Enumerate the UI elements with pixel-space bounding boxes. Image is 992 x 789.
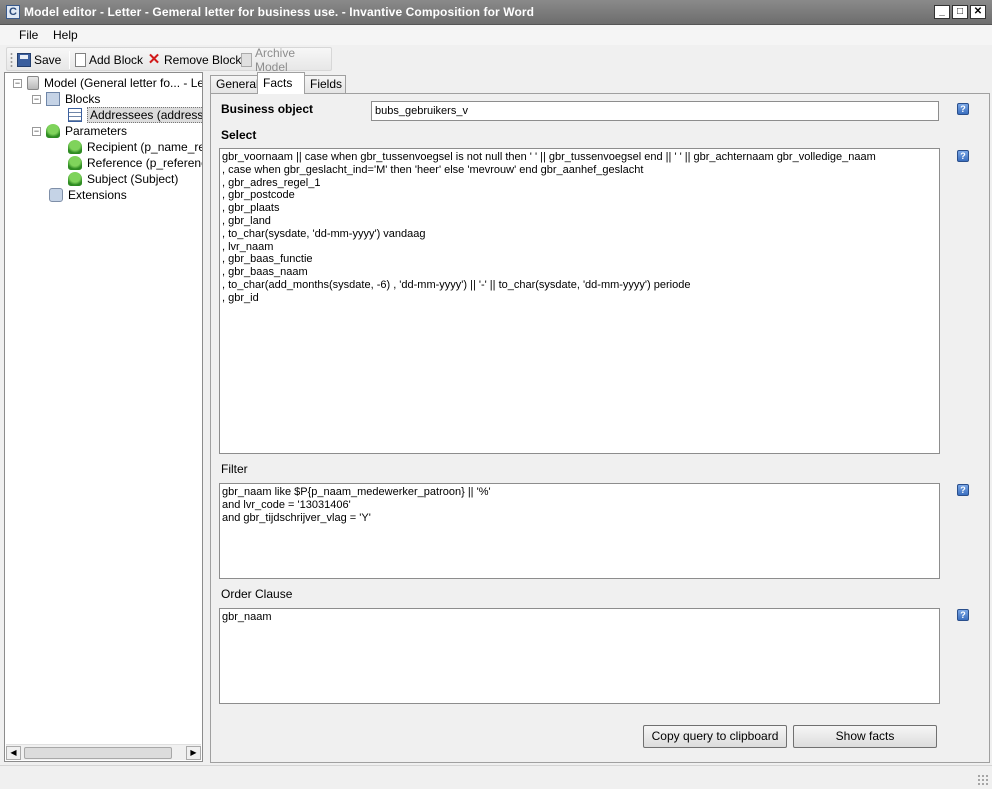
tab-fields[interactable]: Fields (304, 75, 346, 94)
collapse-icon[interactable]: − (32, 94, 41, 104)
maximize-button[interactable]: □ (952, 5, 968, 19)
archive-model-label: Archive Model (255, 46, 296, 74)
menu-file[interactable]: File (19, 28, 38, 42)
select-label: Select (221, 128, 257, 142)
tree-item-label: Subject (Subject) (87, 172, 179, 186)
select-textarea[interactable]: gbr_voornaam || case when gbr_tussenvoeg… (219, 148, 940, 454)
tab-facts[interactable]: Facts (257, 72, 305, 94)
toolbar-separator (69, 51, 70, 69)
collapse-icon[interactable]: − (13, 78, 22, 88)
archive-icon (241, 53, 252, 67)
tree-item-label: Recipient (p_name_recip (87, 140, 202, 154)
collapse-icon[interactable]: − (32, 126, 41, 136)
window-controls: _ □ ✕ (934, 5, 986, 19)
add-block-button[interactable]: Add Block (75, 51, 143, 69)
filter-label: Filter (221, 462, 248, 476)
toolbar: Save Add Block ✕ Remove Block Archive Mo… (6, 46, 332, 74)
toolbar-grip[interactable] (10, 52, 13, 68)
help-icon[interactable]: ? (957, 484, 969, 496)
tree-item-label: Model (General letter fo... - Lette (44, 76, 203, 90)
tree-item-addressees[interactable]: Addressees (addressee) (68, 107, 202, 123)
tree-item-reference[interactable]: Reference (p_reference) (68, 155, 202, 171)
tree-item-model[interactable]: − Model (General letter fo... - Lette (13, 75, 203, 91)
scroll-left-icon[interactable]: ◀ (6, 746, 21, 760)
parameter-icon (68, 156, 82, 170)
parameter-icon (68, 140, 82, 154)
order-clause-textarea[interactable]: gbr_naam (219, 608, 940, 704)
panel-splitter[interactable] (205, 72, 208, 762)
tree-item-label: Reference (p_reference) (87, 156, 202, 170)
title-bar: C Model editor - Letter - Gemeral letter… (0, 0, 992, 25)
remove-block-button[interactable]: ✕ Remove Block (147, 51, 242, 69)
order-clause-label: Order Clause (221, 587, 293, 601)
help-icon[interactable]: ? (957, 609, 969, 621)
business-object-input[interactable]: bubs_gebruikers_v (371, 101, 939, 121)
facts-panel: Business object bubs_gebruikers_v ? Sele… (210, 93, 990, 763)
minimize-button[interactable]: _ (934, 5, 950, 19)
help-icon[interactable]: ? (957, 103, 969, 115)
blocks-icon (46, 92, 60, 106)
window-title: Model editor - Letter - Gemeral letter f… (24, 5, 535, 19)
save-button[interactable]: Save (17, 51, 61, 69)
table-icon (68, 108, 82, 122)
tree-horizontal-scrollbar[interactable]: ◀ ▶ (6, 744, 201, 760)
parameter-icon (68, 172, 82, 186)
tree-item-label: Addressees (addressee) (87, 107, 202, 123)
show-facts-button[interactable]: Show facts (793, 725, 937, 748)
add-block-label: Add Block (89, 53, 144, 67)
remove-block-label: Remove Block (164, 53, 242, 67)
resize-grip-icon[interactable] (977, 774, 989, 786)
scroll-right-icon[interactable]: ▶ (186, 746, 201, 760)
model-icon (27, 76, 39, 90)
status-bar (0, 765, 992, 789)
parameter-icon (46, 124, 60, 138)
business-object-label: Business object (221, 102, 314, 116)
model-tree[interactable]: − Model (General letter fo... - Lette − … (4, 72, 203, 762)
scroll-thumb[interactable] (24, 747, 172, 759)
help-icon[interactable]: ? (957, 150, 969, 162)
tab-general[interactable]: General (210, 75, 259, 94)
tree-item-label: Extensions (68, 188, 127, 202)
close-button[interactable]: ✕ (970, 5, 986, 19)
tree-item-recipient[interactable]: Recipient (p_name_recip (68, 139, 202, 155)
extensions-icon (49, 188, 63, 202)
menu-bar: File Help (0, 25, 992, 45)
app-icon: C (6, 5, 20, 19)
filter-textarea[interactable]: gbr_naam like $P{p_naam_medewerker_patro… (219, 483, 940, 579)
archive-model-button[interactable]: Archive Model (241, 46, 331, 74)
save-label: Save (34, 53, 62, 67)
tree-item-parameters[interactable]: − Parameters (32, 123, 127, 139)
tree-item-blocks[interactable]: − Blocks (32, 91, 100, 107)
menu-help[interactable]: Help (53, 28, 78, 42)
tree-item-extensions[interactable]: Extensions (49, 187, 127, 203)
tree-item-subject[interactable]: Subject (Subject) (68, 171, 178, 187)
delete-icon: ✕ (147, 51, 161, 68)
tree-item-label: Blocks (65, 92, 101, 106)
copy-query-button[interactable]: Copy query to clipboard (643, 725, 787, 748)
tree-item-label: Parameters (65, 124, 128, 138)
document-icon (75, 53, 86, 67)
save-icon (17, 53, 31, 67)
